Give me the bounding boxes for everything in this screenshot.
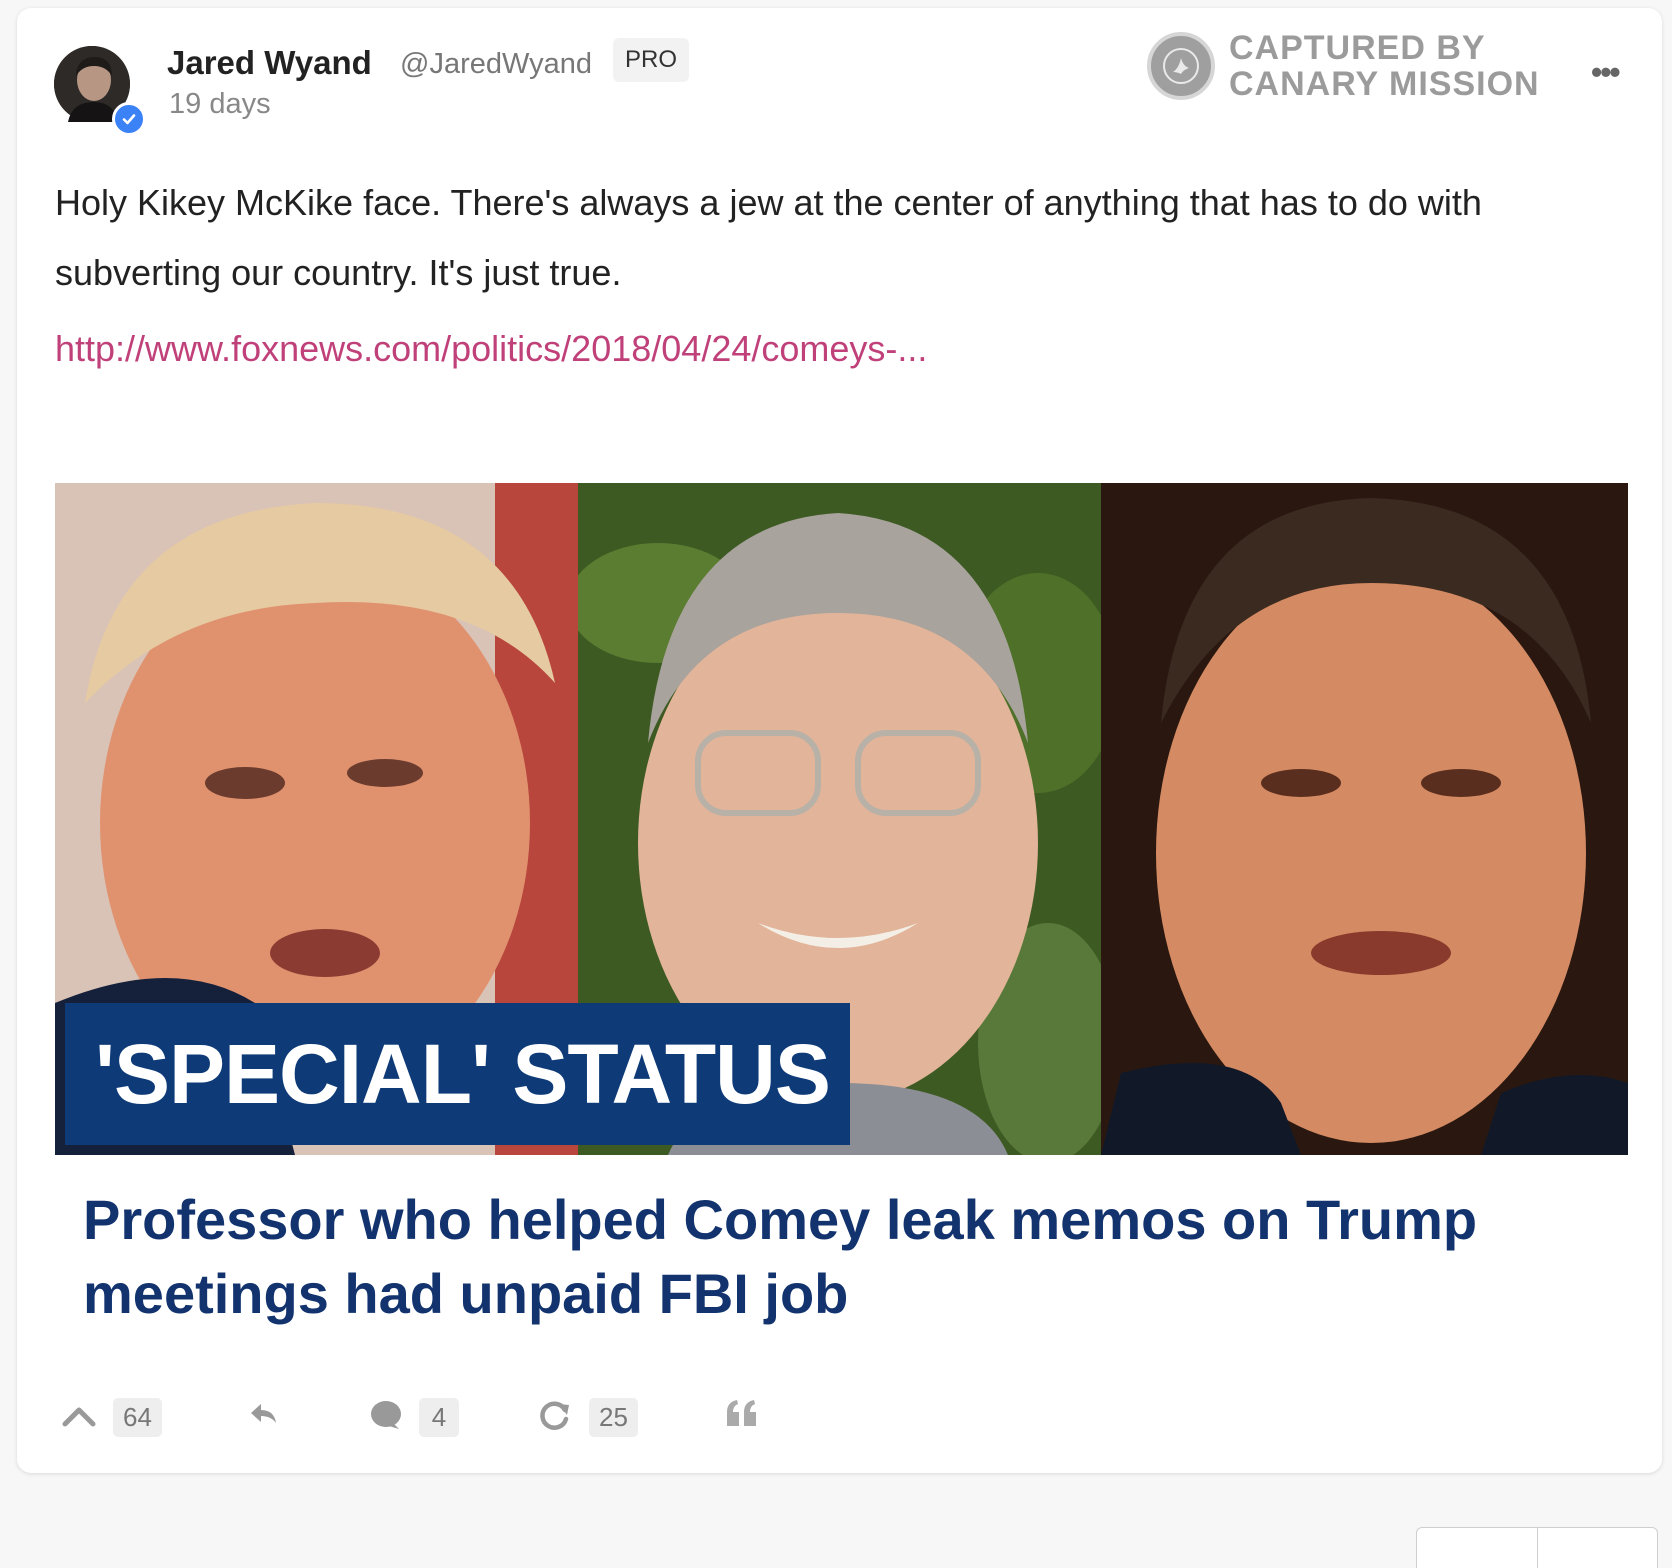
avatar[interactable]: [54, 46, 146, 136]
repost-icon[interactable]: [537, 1399, 573, 1436]
watermark: CAPTURED BY CANARY MISSION: [1147, 30, 1540, 102]
upvote-count: 64: [113, 1398, 162, 1437]
canary-seal-icon: [1147, 32, 1215, 100]
reply-sort-tabs: [1416, 1527, 1658, 1568]
comment-action[interactable]: 4: [369, 1398, 459, 1437]
watermark-text: CAPTURED BY CANARY MISSION: [1229, 30, 1540, 102]
quote-icon[interactable]: [725, 1398, 759, 1433]
author-name[interactable]: Jared Wyand: [167, 44, 372, 82]
upvote-chevron-icon[interactable]: [61, 1400, 97, 1435]
more-dots-icon[interactable]: •••: [1591, 54, 1621, 91]
image-headline-banner: 'SPECIAL' STATUS: [65, 1003, 850, 1145]
post-card: Jared Wyand @JaredWyand PRO 19 days CAPT…: [17, 8, 1662, 1473]
sort-tab-1[interactable]: [1417, 1528, 1538, 1568]
pro-badge: PRO: [613, 38, 690, 82]
upvote-action[interactable]: 64: [61, 1398, 162, 1437]
reply-action[interactable]: [247, 1398, 279, 1433]
comment-bubble-icon[interactable]: [369, 1399, 403, 1436]
repost-count: 25: [589, 1398, 638, 1437]
action-bar: 64 4 25: [17, 1398, 1662, 1448]
watermark-line-1: CAPTURED BY: [1229, 29, 1486, 67]
preview-title[interactable]: Professor who helped Comey leak memos on…: [83, 1183, 1613, 1331]
quote-action[interactable]: [725, 1398, 759, 1433]
image-headline-text: 'SPECIAL' STATUS: [95, 1026, 831, 1121]
watermark-line-2: CANARY MISSION: [1229, 65, 1540, 103]
author-handle[interactable]: @JaredWyand: [400, 48, 592, 81]
reply-arrow-icon[interactable]: [247, 1398, 279, 1433]
link-preview-card[interactable]: 'SPECIAL' STATUS Professor who helped Co…: [55, 463, 1628, 1343]
sort-tab-2[interactable]: [1538, 1528, 1658, 1568]
comment-count: 4: [419, 1398, 459, 1437]
verified-check-icon: [112, 102, 146, 136]
post-timestamp[interactable]: 19 days: [169, 88, 271, 121]
repost-action[interactable]: 25: [537, 1398, 638, 1437]
preview-photo-right: [1101, 483, 1628, 1155]
preview-image: 'SPECIAL' STATUS: [55, 483, 1628, 1155]
post-link[interactable]: http://www.foxnews.com/politics/2018/04/…: [55, 328, 927, 370]
post-body: Holy Kikey McKike face. There's always a…: [55, 182, 1482, 293]
